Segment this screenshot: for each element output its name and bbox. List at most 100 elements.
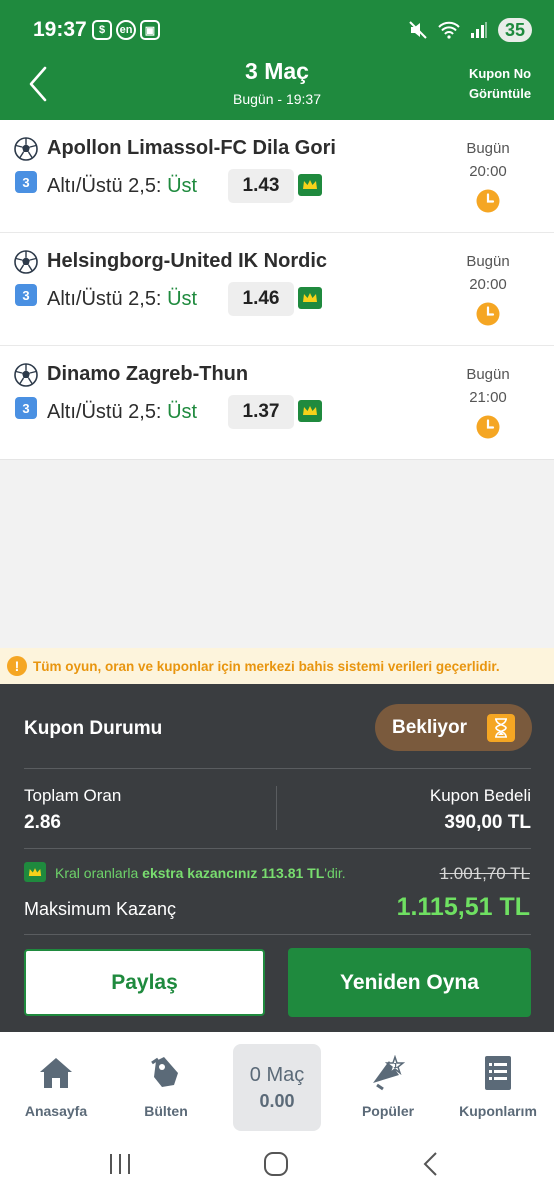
replay-button[interactable]: Yeniden Oyna (288, 948, 531, 1017)
status-bar: 19:37 $ en ▣ 35 (0, 0, 554, 58)
selection-label: Üst (167, 401, 198, 423)
match-day: Bugün (466, 366, 510, 383)
clock-icon (476, 415, 500, 439)
clock-icon (476, 189, 500, 213)
system-nav-bar (0, 1136, 554, 1200)
bottom-nav: Anasayfa Bülten 0 Maç 0.00 1 Popüler Kup… (0, 1032, 554, 1136)
nav-bulletin[interactable]: Bülten (111, 1032, 221, 1136)
view-coupon-no-button[interactable]: Kupon No Görüntüle (468, 64, 532, 104)
crown-icon (298, 287, 322, 309)
status-right: 35 (408, 18, 532, 42)
match-row[interactable]: Dinamo Zagreb-Thun 3 Altı/Üstü 2,5: Üst … (0, 346, 554, 459)
market-label: Altı/Üstü 2,5: (47, 175, 162, 197)
cart-count: 0 Maç (249, 1064, 305, 1086)
nav-popular[interactable]: 1 Popüler (333, 1032, 443, 1136)
market-text: Altı/Üstü 2,5: Üst (47, 401, 197, 424)
football-icon (14, 137, 38, 161)
crown-icon (298, 400, 322, 422)
match-hour: 20:00 (469, 276, 507, 293)
crown-icon (298, 174, 322, 196)
status-time: 19:37 (33, 18, 87, 41)
cart-total: 0.00 (259, 1091, 295, 1111)
popular-icon: 1 (369, 1054, 407, 1092)
match-day: Bugün (466, 253, 510, 270)
app-header: 19:37 $ en ▣ 35 3 Maç Bugün - 19:37 Kupo… (0, 0, 554, 120)
market-text: Altı/Üstü 2,5: Üst (47, 288, 197, 311)
banner-text: Tüm oyun, oran ve kuponlar için merkezi … (33, 658, 500, 674)
selection-label: Üst (167, 288, 198, 310)
divider (24, 934, 531, 935)
market-label: Altı/Üstü 2,5: (47, 288, 162, 310)
match-hour: 21:00 (469, 389, 507, 406)
divider (24, 768, 531, 769)
nav-popular-label: Popüler (361, 1103, 415, 1119)
max-win-value: 1.115,51 TL (396, 893, 530, 921)
coupons-icon (479, 1054, 517, 1092)
nav-my-coupons[interactable]: Kuponlarım (443, 1032, 553, 1136)
info-banner: ! Tüm oyun, oran ve kuponlar için merkez… (0, 648, 554, 684)
screenshot-icon: ▣ (140, 20, 160, 40)
status-value: Bekliyor (392, 716, 467, 738)
total-odds-label: Toplam Oran (24, 786, 122, 805)
battery-indicator: 35 (498, 18, 532, 42)
match-badge: 3 (15, 171, 37, 193)
page-title: 3 Maç (245, 58, 309, 84)
odd-value[interactable]: 1.43 (228, 169, 294, 203)
odd-value[interactable]: 1.46 (228, 282, 294, 316)
nav-home-label: Anasayfa (24, 1103, 88, 1119)
recent-apps-icon[interactable] (108, 1152, 132, 1176)
match-row[interactable]: Helsingborg-United IK Nordic 3 Altı/Üstü… (0, 233, 554, 346)
market-label: Altı/Üstü 2,5: (47, 401, 162, 423)
coupon-cart-button[interactable]: 0 Maç 0.00 (233, 1044, 321, 1131)
svg-text:1: 1 (393, 1062, 398, 1070)
match-day: Bugün (466, 140, 510, 157)
max-win-label: Maksimum Kazanç (24, 899, 177, 919)
mute-icon (409, 21, 427, 39)
match-hour: 20:00 (469, 163, 507, 180)
dollar-icon: $ (92, 20, 112, 40)
clock-icon (476, 302, 500, 326)
share-button[interactable]: Paylaş (24, 949, 265, 1016)
market-text: Altı/Üstü 2,5: Üst (47, 175, 197, 198)
header-title-group: 3 Maç Bugün - 19:37 (150, 56, 404, 107)
total-odds-value: 2.86 (24, 812, 61, 833)
stake-value: 390,00 TL (444, 812, 531, 833)
warning-icon: ! (7, 656, 27, 676)
match-name: Helsingborg-United IK Nordic (47, 250, 327, 272)
wifi-icon (438, 21, 460, 39)
home-system-icon[interactable] (263, 1151, 289, 1177)
chevron-left-icon (29, 66, 47, 102)
kral-suffix: 'dir. (324, 865, 346, 881)
match-name: Dinamo Zagreb-Thun (47, 363, 249, 385)
coupon-summary-panel: Kupon Durumu Bekliyor Toplam Oran 2.86 K… (0, 684, 554, 1032)
kral-prefix: Kral oranlarla (55, 865, 139, 881)
football-icon (14, 250, 38, 274)
home-icon (37, 1054, 75, 1092)
nav-bulletin-label: Bülten (144, 1103, 188, 1119)
selection-label: Üst (167, 175, 198, 197)
back-button[interactable] (20, 64, 56, 104)
vertical-divider (276, 786, 277, 830)
divider (24, 848, 531, 849)
page-subtitle: Bugün - 19:37 (233, 91, 321, 107)
old-max-win: 1.001,70 TL (439, 864, 530, 883)
match-name: Apollon Limassol-FC Dila Gori (47, 137, 336, 159)
football-icon (14, 363, 38, 387)
kral-extra-text: Kral oranlarla ekstra kazancınız 113.81 … (55, 865, 346, 881)
match-list: Apollon Limassol-FC Dila Gori 3 Altı/Üst… (0, 120, 554, 460)
coupon-status-label: Kupon Durumu (24, 718, 163, 739)
nav-home[interactable]: Anasayfa (1, 1032, 111, 1136)
match-row[interactable]: Apollon Limassol-FC Dila Gori 3 Altı/Üst… (0, 120, 554, 233)
signal-icon (471, 22, 487, 38)
match-badge: 3 (15, 284, 37, 306)
match-badge: 3 (15, 397, 37, 419)
stake-label: Kupon Bedeli (429, 786, 531, 805)
status-badge: Bekliyor (375, 704, 532, 751)
nav-my-coupons-label: Kuponlarım (459, 1103, 537, 1119)
kral-extra-amount: ekstra kazancınız 113.81 TL (142, 865, 325, 881)
en-icon: en (116, 20, 136, 40)
back-system-icon[interactable] (422, 1151, 440, 1177)
odd-value[interactable]: 1.37 (228, 395, 294, 429)
hourglass-icon (487, 714, 515, 742)
bulletin-icon (147, 1054, 185, 1092)
